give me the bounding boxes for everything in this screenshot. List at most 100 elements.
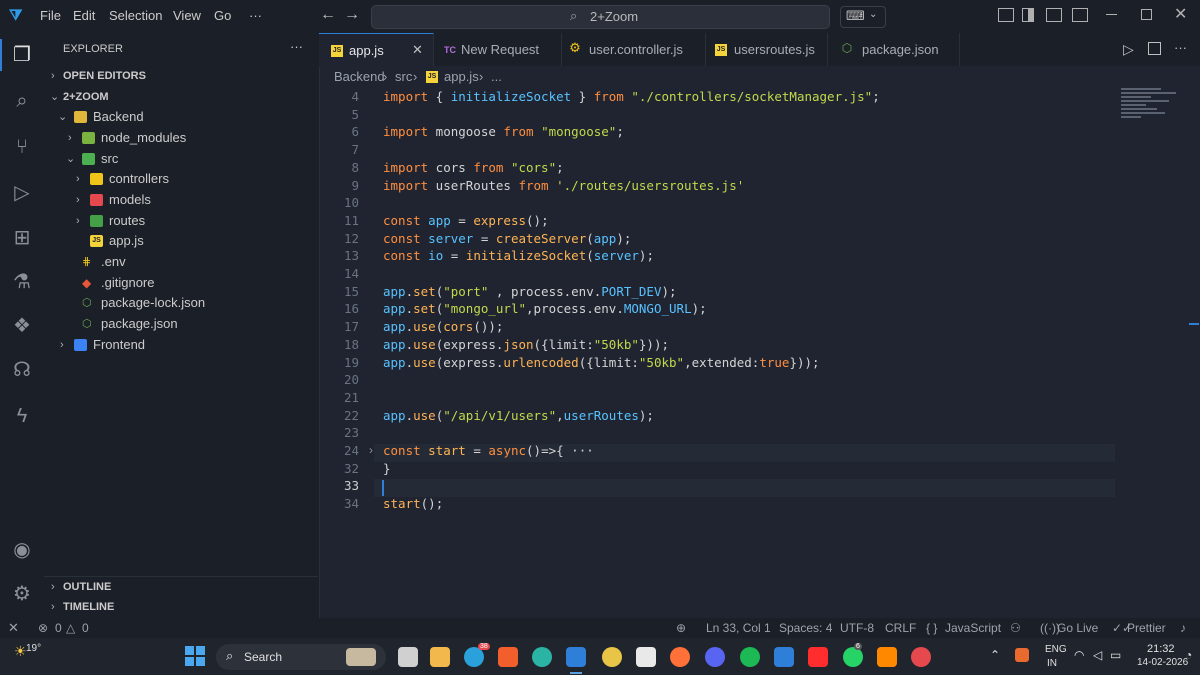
minimize-icon[interactable] [1106, 14, 1117, 15]
menu-file[interactable]: File [40, 8, 61, 23]
tray-app-icon[interactable] [1015, 648, 1029, 662]
outlook-icon[interactable] [774, 647, 794, 667]
wifi-icon[interactable]: ◠ [1074, 648, 1084, 662]
explorer-icon[interactable]: ❐ [10, 43, 34, 67]
warning-count[interactable]: 0 [82, 621, 89, 635]
discord-icon[interactable] [705, 647, 725, 667]
command-center[interactable]: ⌕ 2+Zoom [371, 5, 830, 29]
figma-icon[interactable]: ❖ [10, 314, 34, 338]
search-view-icon[interactable]: ⌕ [10, 89, 34, 113]
layout-icon[interactable] [998, 8, 1014, 22]
tree-folder-node-modules[interactable]: › node_modules [44, 128, 318, 148]
volume-icon[interactable]: ◁ [1093, 648, 1102, 662]
minimap[interactable] [1119, 88, 1189, 128]
weather-temp[interactable]: 19° [26, 643, 41, 654]
tree-file-env[interactable]: ⋕ .env [44, 252, 318, 272]
run-icon[interactable]: ▷ [1123, 41, 1134, 58]
youtube-icon[interactable] [808, 647, 828, 667]
tree-folder-src[interactable]: ⌄ src [44, 149, 318, 169]
end-of-line[interactable]: CRLF [885, 621, 916, 635]
fold-chevron-icon[interactable]: › [369, 443, 373, 457]
restore-icon[interactable] [1141, 9, 1152, 20]
weather-icon[interactable]: ☀ [14, 643, 27, 660]
firefox-icon[interactable] [670, 647, 690, 667]
close-window-icon[interactable]: ✕ [1174, 4, 1187, 24]
tree-file-package-lock[interactable]: ⬡ package-lock.json [44, 293, 318, 313]
copilot-button[interactable]: ⌨ ⌄ [840, 6, 886, 28]
encoding[interactable]: UTF-8 [840, 621, 874, 635]
tree-folder-controllers[interactable]: › controllers [44, 169, 318, 189]
taskbar-search[interactable]: ⌕ Search [216, 644, 386, 670]
open-editors-section[interactable]: › OPEN EDITORS [44, 66, 318, 86]
tree-folder-models[interactable]: › models [44, 190, 318, 210]
menu-edit[interactable]: Edit [73, 8, 95, 23]
zoom-icon[interactable]: ⊕ [676, 621, 686, 635]
testing-icon[interactable]: ⚗ [10, 270, 34, 294]
notifications-icon[interactable]: ♪ [1180, 621, 1186, 635]
tab-user-controller[interactable]: ⚙ user.controller.js [561, 33, 706, 66]
prettier-button[interactable]: Prettier [1127, 621, 1166, 635]
chrome-icon[interactable] [602, 647, 622, 667]
remote-icon[interactable]: ✕ [8, 620, 19, 636]
forward-arrow-icon[interactable]: → [344, 6, 360, 24]
breadcrumb-item[interactable]: Backend [334, 69, 385, 84]
tab-new-request[interactable]: TC New Request [433, 33, 562, 66]
menu-selection[interactable]: Selection [109, 8, 162, 23]
manage-gear-icon[interactable]: ⚙ [10, 582, 34, 606]
clock-time[interactable]: 21:32 [1147, 643, 1175, 655]
store-icon[interactable] [636, 647, 656, 667]
indentation[interactable]: Spaces: 4 [779, 621, 832, 635]
breadcrumb-item[interactable]: app.js [444, 69, 479, 84]
outline-section[interactable]: › OUTLINE [44, 577, 318, 597]
chevron-up-icon[interactable]: ⌃ [990, 648, 1000, 662]
error-icon[interactable]: ⊗ [38, 621, 48, 635]
clock-date[interactable]: 14-02-2026 [1137, 657, 1188, 668]
source-control-icon[interactable]: ⑂ [10, 135, 34, 159]
toggle-sidebar-icon[interactable] [1022, 8, 1034, 22]
brave-icon[interactable] [498, 647, 518, 667]
start-button[interactable] [185, 646, 205, 666]
region-indicator[interactable]: IN [1047, 658, 1057, 669]
vscode-taskbar-icon[interactable] [566, 647, 586, 667]
cursor-position[interactable]: Ln 33, Col 1 [706, 621, 771, 635]
back-arrow-icon[interactable]: ← [320, 6, 336, 24]
workspace-section[interactable]: ⌄ 2+ZOOM [44, 87, 318, 107]
tab-usersroutes[interactable]: JS usersroutes.js [705, 33, 828, 66]
toggle-secondary-sidebar-icon[interactable] [1072, 8, 1088, 22]
tab-app-js[interactable]: JS app.js ✕ [319, 33, 434, 67]
go-live-button[interactable]: Go Live [1057, 621, 1098, 635]
battery-icon[interactable]: ▭ [1110, 648, 1121, 662]
spotify-icon[interactable] [740, 647, 760, 667]
tab-package-json[interactable]: ⬡ package.json [827, 33, 960, 66]
error-count[interactable]: 0 [55, 621, 62, 635]
language-mode[interactable]: JavaScript [945, 621, 1001, 635]
breadcrumb-item[interactable]: src [395, 69, 412, 84]
edge-icon[interactable] [532, 647, 552, 667]
file-explorer-icon[interactable] [430, 647, 450, 667]
split-editor-icon[interactable] [1148, 42, 1161, 55]
explorer-more-button[interactable]: ··· [290, 39, 303, 54]
youtube-music-icon[interactable] [911, 647, 931, 667]
account-icon[interactable]: ◉ [10, 538, 34, 562]
editor-more-icon[interactable]: ··· [1174, 40, 1187, 55]
close-tab-icon[interactable]: ✕ [412, 42, 423, 58]
menu-view[interactable]: View [173, 8, 201, 23]
task-view-icon[interactable] [398, 647, 418, 667]
vlc-icon[interactable] [877, 647, 897, 667]
menu-go[interactable]: Go [214, 8, 231, 23]
telegram-icon[interactable] [464, 647, 484, 667]
tree-folder-frontend[interactable]: › Frontend [44, 335, 318, 355]
notification-bell-icon[interactable]: ◔ [1185, 648, 1192, 662]
tree-file-app-js[interactable]: JS app.js [44, 231, 318, 251]
toggle-panel-icon[interactable] [1046, 8, 1062, 22]
feedback-icon[interactable]: ⚇ [1010, 621, 1021, 635]
thunder-client-icon[interactable]: ϟ [10, 404, 34, 428]
timeline-section[interactable]: › TIMELINE [44, 597, 318, 617]
python-icon[interactable]: ☊ [10, 358, 34, 382]
extensions-icon[interactable]: ⊞ [10, 226, 34, 250]
tree-file-gitignore[interactable]: ◆ .gitignore [44, 273, 318, 293]
tree-file-package-json[interactable]: ⬡ package.json [44, 314, 318, 334]
code-editor[interactable]: › 4 import { initializeSocket } from "./c… [319, 88, 1200, 618]
whatsapp-icon[interactable] [843, 647, 863, 667]
menu-more[interactable]: ··· [249, 8, 262, 23]
